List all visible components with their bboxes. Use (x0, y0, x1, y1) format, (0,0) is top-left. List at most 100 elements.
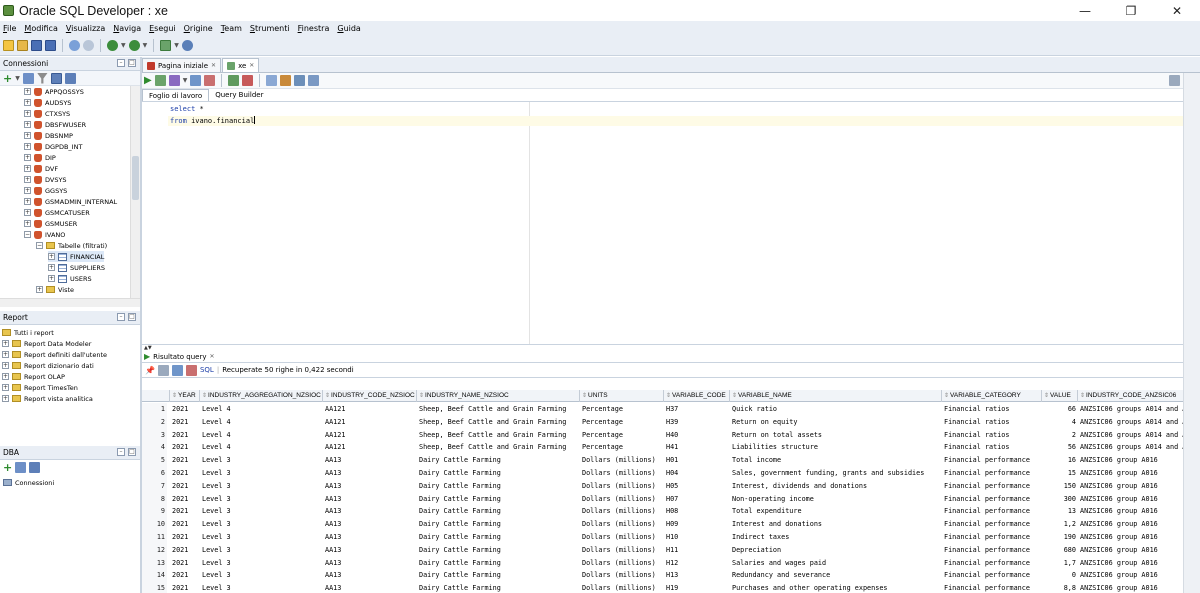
table-cell[interactable]: Percentage (580, 403, 664, 416)
table-cell[interactable]: Financial ratios (942, 416, 1042, 429)
table-cell[interactable]: 56 (1042, 441, 1078, 454)
table-cell[interactable]: 2021 (170, 480, 200, 493)
column-header[interactable]: ⇕VARIABLE_CODE (664, 390, 730, 402)
report-node[interactable]: + Report TimesTen (2, 382, 78, 393)
save-all-icon[interactable] (45, 40, 56, 51)
minimize-panel-icon[interactable]: – (117, 448, 125, 456)
table-cell[interactable]: Dairy Cattle Farming (417, 544, 580, 557)
back-icon[interactable] (107, 40, 118, 51)
chevron-down-icon[interactable]: ▼ (15, 75, 20, 82)
add-connection-icon[interactable]: + (3, 73, 12, 84)
table-cell[interactable]: Financial performance (942, 480, 1042, 493)
expand-icon[interactable]: + (48, 275, 55, 282)
expand-icon[interactable]: + (24, 198, 31, 205)
tree-node[interactable]: + CTXSYS (24, 108, 70, 119)
tree-node[interactable]: − Tabelle (filtrati) (36, 240, 107, 251)
table-cell[interactable]: Level 3 (200, 582, 323, 593)
table-cell[interactable]: 16 (1042, 454, 1078, 467)
doc-tab-0[interactable]: Pagina iniziale ✕ (142, 58, 222, 72)
tree-node[interactable]: + APPQOSSYS (24, 86, 84, 97)
table-cell[interactable]: 2021 (170, 582, 200, 593)
table-cell[interactable]: Level 4 (200, 441, 323, 454)
table-cell[interactable]: H40 (664, 429, 730, 442)
table-cell[interactable]: Dairy Cattle Farming (417, 557, 580, 570)
refresh-icon[interactable] (15, 462, 27, 473)
table-cell[interactable]: ANZSIC06 group A016 (1078, 505, 1200, 518)
table-cell[interactable]: Percentage (580, 416, 664, 429)
table-cell[interactable]: AA13 (323, 544, 417, 557)
close-icon[interactable]: ✕ (211, 62, 216, 69)
table-row[interactable]: 13 2021 Level 3 AA13 Dairy Cattle Farming Dol… (142, 556, 1200, 570)
report-node[interactable]: + Report dizionario dati (2, 360, 94, 371)
chevron-down-icon[interactable]: ▼ (174, 42, 179, 49)
table-cell[interactable]: 2021 (170, 531, 200, 544)
pin-icon[interactable]: 📌 (145, 366, 155, 375)
tree-node[interactable]: + GGSYS (24, 185, 67, 196)
redo-icon[interactable] (83, 40, 94, 51)
expand-icon[interactable]: + (2, 373, 9, 380)
table-cell[interactable]: 150 (1042, 480, 1078, 493)
table-cell[interactable]: Dollars (millions) (580, 493, 664, 506)
table-row[interactable]: 6 2021 Level 3 AA13 Dairy Cattle Farming Doll… (142, 467, 1200, 480)
table-cell[interactable]: Return on total assets (730, 429, 942, 442)
table-cell[interactable]: Dairy Cattle Farming (417, 493, 580, 506)
query-result-tab[interactable]: Risultato query (153, 353, 206, 361)
table-cell[interactable]: Financial performance (942, 582, 1042, 593)
menu-team[interactable]: Team (220, 24, 243, 33)
table-row[interactable]: 4 2021 Level 4 AA121 Sheep, Beef Cattle and … (142, 441, 1200, 455)
reports-tree[interactable]: Tutti i report + Report Data Modeler + Repor… (0, 325, 140, 445)
table-cell[interactable]: 1,2 (1042, 518, 1078, 531)
connections-tree[interactable]: + APPQOSSYS + AUDSYS + CTXSYS + DBSFWUSER + DBSNM… (0, 86, 140, 298)
table-cell[interactable]: H05 (664, 480, 730, 493)
expand-icon[interactable]: + (24, 143, 31, 150)
table-cell[interactable]: Financial performance (942, 557, 1042, 570)
forward-icon[interactable] (128, 40, 140, 51)
menu-origine[interactable]: Origine (183, 24, 214, 33)
refresh-results-icon[interactable] (171, 364, 183, 376)
column-header[interactable]: ⇕UNITS (580, 390, 664, 402)
table-cell[interactable]: Dairy Cattle Farming (417, 518, 580, 531)
table-cell[interactable]: 2021 (170, 505, 200, 518)
table-cell[interactable]: Level 3 (200, 454, 323, 467)
table-cell[interactable]: Sheep, Beef Cattle and Grain Farming (417, 441, 580, 454)
table-cell[interactable]: Return on equity (730, 416, 942, 429)
table-cell[interactable]: AA13 (323, 531, 417, 544)
table-cell[interactable]: Financial performance (942, 531, 1042, 544)
menu-guida[interactable]: Guida (336, 24, 361, 33)
menu-strumenti[interactable]: Strumenti (249, 24, 291, 33)
tree-node[interactable]: + FINANCIAL (48, 251, 105, 262)
table-cell[interactable]: Dairy Cattle Farming (417, 480, 580, 493)
menu-finestra[interactable]: Finestra (297, 24, 331, 33)
chevron-down-icon[interactable]: ▼ (143, 42, 148, 49)
expand-icon[interactable]: + (24, 165, 31, 172)
code-line[interactable]: from ivano.financial (168, 116, 1200, 126)
maximize-panel-icon[interactable]: □ (128, 448, 136, 456)
table-cell[interactable]: Dairy Cattle Farming (417, 569, 580, 582)
expand-icon[interactable]: + (24, 187, 31, 194)
table-cell[interactable]: H10 (664, 531, 730, 544)
column-header[interactable]: ⇕VALUE (1042, 390, 1078, 402)
tree-node[interactable]: + DVSYS (24, 174, 67, 185)
column-header[interactable]: ⇕INDUSTRY_CODE_ANZSIC06 (1078, 390, 1200, 402)
sql-history-icon[interactable] (266, 75, 278, 86)
table-cell[interactable]: Dollars (millions) (580, 480, 664, 493)
table-cell[interactable]: AA121 (323, 403, 417, 416)
table-cell[interactable]: AA13 (323, 480, 417, 493)
report-node[interactable]: + Report OLAP (2, 371, 65, 382)
table-row[interactable]: 3 2021 Level 4 AA121 Sheep, Beef Cattle and … (142, 428, 1200, 442)
minimize-panel-icon[interactable]: – (117, 59, 125, 67)
clear-editor-icon[interactable] (280, 75, 292, 86)
expand-icon[interactable]: + (2, 395, 9, 402)
format-sql-icon[interactable] (308, 75, 320, 86)
subtab-1[interactable]: Query Builder (209, 89, 269, 101)
report-node[interactable]: + Report definiti dall'utente (2, 349, 107, 360)
table-cell[interactable]: Financial ratios (942, 429, 1042, 442)
expand-icon[interactable]: + (2, 362, 9, 369)
table-cell[interactable]: Quick ratio (730, 403, 942, 416)
minimize-button[interactable]: — (1062, 0, 1108, 21)
menu-visualizza[interactable]: Visualizza (65, 24, 106, 33)
sql-worksheet-icon[interactable] (160, 40, 172, 51)
commit-icon[interactable] (190, 75, 202, 86)
table-cell[interactable]: Financial ratios (942, 403, 1042, 416)
expand-icon[interactable]: + (36, 286, 43, 293)
